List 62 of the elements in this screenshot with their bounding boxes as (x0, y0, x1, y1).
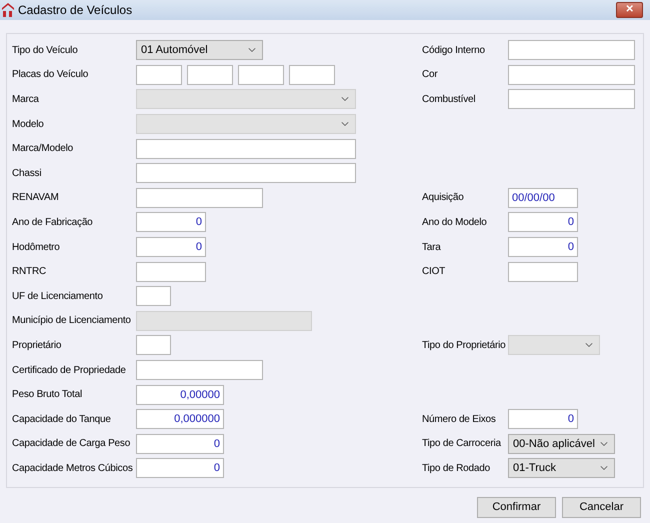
input-field[interactable] (136, 360, 263, 380)
input-field[interactable]: 00/00/00 (508, 188, 578, 208)
dropdown[interactable]: 00-Não aplicável (508, 434, 615, 454)
plate-field[interactable] (289, 64, 335, 85)
input-field[interactable] (136, 138, 356, 159)
dialog-button[interactable]: Cancelar (562, 497, 641, 518)
input-field[interactable] (136, 188, 263, 208)
field-label: RNTRC (12, 265, 47, 280)
plate-field[interactable] (136, 64, 182, 85)
dropdown[interactable]: 01-Truck (508, 458, 615, 478)
field-label: Município de Licenciamento (12, 314, 132, 328)
field-label: Ano do Modelo (422, 216, 488, 230)
field-label: Combustível (422, 92, 476, 107)
dialog-button[interactable]: Confirmar (477, 497, 556, 518)
field-label: Tipo de Carroceria (422, 437, 502, 452)
input-field[interactable] (508, 64, 635, 85)
field-label: Certificado de Propriedade (12, 364, 127, 378)
input-field[interactable] (136, 163, 356, 184)
field-label: Marca (12, 92, 40, 107)
input-field[interactable] (136, 335, 171, 356)
field-label: Aquisição (422, 191, 465, 206)
input-field[interactable] (136, 286, 171, 306)
field-label: Cor (422, 68, 439, 82)
field-label: RENAVAM (12, 191, 60, 206)
input-field[interactable] (136, 262, 206, 282)
field-label: Hodômetro (12, 240, 61, 255)
field-label: CIOT (422, 265, 446, 280)
field-label: Tara (422, 240, 442, 255)
input-field[interactable]: 0 (136, 434, 224, 454)
input-field[interactable]: 0 (508, 212, 578, 232)
input-field[interactable] (508, 262, 578, 282)
field-label: Capacidade Metros Cúbicos (12, 462, 134, 476)
field-label: Proprietário (12, 338, 62, 353)
field-label: Tipo do Veículo (12, 44, 79, 58)
input-field[interactable]: 0 (508, 237, 578, 258)
field-label: Modelo (12, 118, 45, 132)
plate-field[interactable] (238, 64, 284, 85)
input-field[interactable]: 0 (136, 237, 206, 258)
field-label: Número de Eixos (422, 412, 497, 427)
input-field[interactable]: 0 (136, 458, 224, 478)
input-field[interactable] (508, 89, 635, 110)
input-field[interactable]: 0,000000 (136, 409, 224, 430)
app-logo-icon (2, 3, 14, 17)
field-label: Capacidade do Tanque (12, 412, 112, 427)
field-label: Chassi (12, 166, 42, 181)
field-label: Marca/Modelo (12, 142, 74, 156)
window-title: Cadastro de Veículos (18, 2, 132, 19)
plate-field[interactable] (187, 64, 233, 85)
field-label: Ano de Fabricação (12, 216, 94, 230)
field-label: Código Interno (422, 44, 486, 58)
close-button[interactable]: ✕ (616, 2, 643, 18)
input-field[interactable]: 0 (136, 212, 206, 232)
field-label: Placas do Veículo (12, 68, 90, 82)
input-field[interactable] (508, 40, 635, 60)
input-field[interactable]: 0 (508, 409, 578, 430)
field-label: Peso Bruto Total (12, 388, 83, 402)
field-label: Tipo de Rodado (422, 462, 491, 476)
field-label: UF de Licenciamento (12, 290, 104, 304)
input-field[interactable]: 0,00000 (136, 384, 224, 405)
field-label: Capacidade de Carga Peso (12, 437, 132, 452)
field-label: Tipo do Proprietário (422, 338, 506, 353)
dropdown[interactable]: 01 Automóvel (136, 40, 263, 60)
